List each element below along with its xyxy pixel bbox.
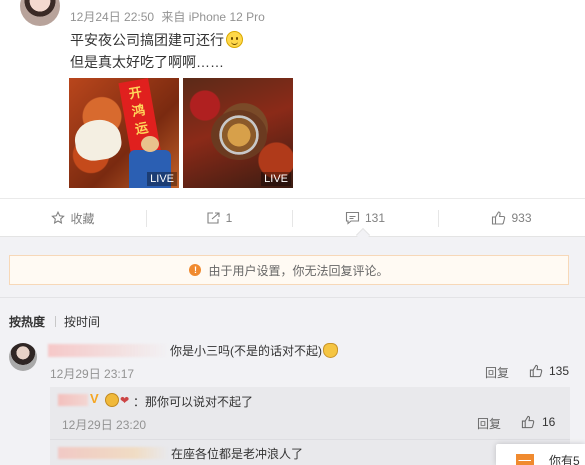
sub-reply-1-like-icon[interactable]: [521, 415, 535, 429]
sub-reply-2-text: 在座各位都是老冲浪人了: [171, 447, 304, 461]
sub-replies: V ❤ ：那你可以说对不起了 12月29日 23:20 回复 16 在座各位都是…: [50, 387, 570, 465]
thumbs-up-icon: [492, 211, 506, 225]
live-badge: LIVE: [261, 172, 291, 186]
like-count: 933: [511, 211, 532, 225]
favorite-button[interactable]: 收藏: [0, 199, 146, 237]
post-date[interactable]: 12月24日 22:50: [70, 10, 154, 24]
post-action-bar: 收藏 1 131 933: [0, 198, 585, 236]
sub-reply-1-time: 12月29日 23:20: [62, 418, 147, 432]
message-popup[interactable]: 你有5: [496, 444, 585, 465]
popup-text: 你有5: [549, 454, 580, 465]
comment-body: 你是小三吗(不是的话对不起): [170, 344, 322, 358]
comment-like-icon[interactable]: [529, 364, 543, 378]
comment-like-count: 135: [549, 364, 570, 378]
comment-time: 12月29日 23:17: [50, 367, 135, 381]
notice-text: 由于用户设置，你无法回复评论。: [208, 263, 389, 278]
fan-badge-icon: ❤: [120, 395, 130, 407]
comments-panel: ! 由于用户设置，你无法回复评论。 按热度 按时间 你是小三吗(不是的话对不起)…: [0, 236, 585, 465]
live-badge: LIVE: [147, 172, 177, 186]
sub-reply-1-text: ：那你可以说对不起了: [133, 395, 254, 409]
comment-text: 你是小三吗(不是的话对不起): [170, 342, 338, 359]
smile-emoji-icon: [226, 31, 243, 48]
verified-v-icon: V: [90, 391, 99, 406]
like-button[interactable]: 933: [438, 199, 585, 237]
post-text-line-2: 但是真太好吃了啊啊……: [70, 54, 224, 70]
comment-count: 131: [364, 211, 386, 225]
post-source: 来自 iPhone 12 Pro: [161, 10, 265, 24]
cat-emoji-icon: [323, 343, 338, 358]
heart-tofu-shape: [72, 116, 124, 164]
sort-separator: [55, 316, 56, 327]
sub-reply-1-like-count: 16: [542, 415, 556, 429]
repost-count: 1: [225, 211, 233, 225]
commenter-avatar[interactable]: [9, 343, 37, 371]
info-icon: !: [189, 264, 202, 276]
sort-by-time-tab[interactable]: 按时间: [64, 313, 100, 330]
post-photo-2[interactable]: LIVE: [183, 78, 293, 188]
sub-reply-1-reply-button[interactable]: 回复: [477, 415, 501, 432]
envelope-icon: [516, 454, 534, 465]
post-meta: 12月24日 22:50 来自 iPhone 12 Pro: [70, 8, 269, 25]
reply-disabled-notice: ! 由于用户设置，你无法回复评论。: [9, 255, 569, 285]
post-text-line-1: 平安夜公司搞团建可还行: [70, 30, 243, 50]
star-icon: [51, 211, 66, 224]
sub-reply-separator: [50, 439, 570, 440]
comment-icon: [345, 211, 360, 225]
sub-reply-2-name-redacted[interactable]: [58, 447, 168, 459]
weibo-post: 12月24日 22:50 来自 iPhone 12 Pro 平安夜公司搞团建可还…: [0, 0, 585, 198]
favorite-label: 收藏: [70, 211, 95, 226]
repost-button[interactable]: 1: [146, 199, 292, 237]
share-icon: [207, 212, 220, 224]
sub-reply-1-name-redacted[interactable]: [58, 394, 88, 406]
author-avatar[interactable]: [20, 0, 60, 26]
post-photo-1[interactable]: 开鸿运 LIVE: [69, 78, 179, 188]
sort-divider: [0, 297, 585, 298]
sort-by-hot-tab[interactable]: 按热度: [9, 313, 45, 330]
blush-emoji-icon: [105, 393, 119, 407]
commenter-name-redacted[interactable]: [48, 344, 168, 357]
comment-reply-button[interactable]: 回复: [485, 364, 509, 381]
hotpot-shape: [211, 110, 267, 160]
post-line-1-text: 平安夜公司搞团建可还行: [70, 32, 224, 48]
banner-text: 开鸿运: [127, 84, 150, 137]
